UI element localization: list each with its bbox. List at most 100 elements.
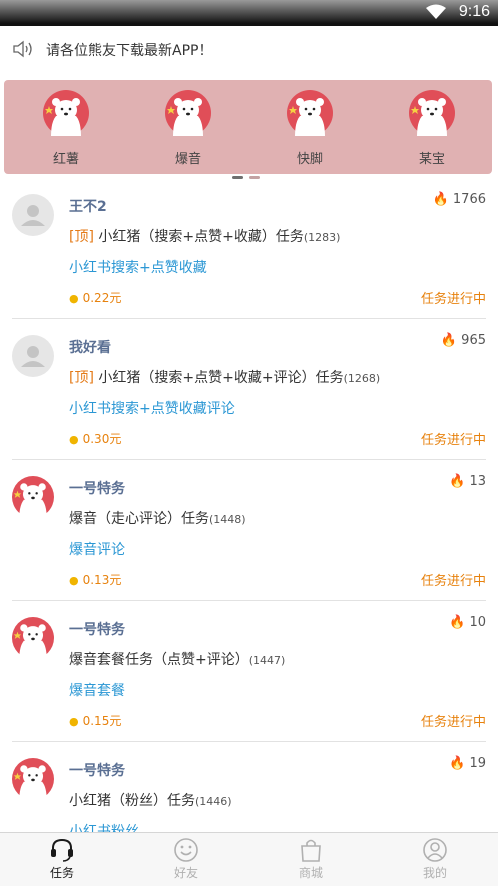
category-banner: 红薯 爆音 快脚 某宝 xyxy=(4,80,492,179)
banner-item-kuaijiao[interactable]: 快脚 xyxy=(275,90,345,167)
task-price: ● 0.30元 xyxy=(69,430,121,447)
task-title-text: 爆音套餐任务（点赞+评论） xyxy=(69,652,249,668)
publisher-name[interactable]: 一号特务 xyxy=(69,760,125,780)
task-id: (1447) xyxy=(248,654,286,667)
task-price: ● 0.22元 xyxy=(69,289,121,306)
task-title-text: 小红猪（搜索+点赞+收藏）任务 xyxy=(98,229,304,245)
flame-icon: 🔥 xyxy=(449,756,466,771)
status-time: 9:16 xyxy=(458,3,490,20)
banner-item-hongshu[interactable]: 红薯 xyxy=(31,90,101,167)
publisher-name[interactable]: 我好看 xyxy=(69,337,111,357)
task-id: (1448) xyxy=(209,513,246,526)
heat-value: 1766 xyxy=(452,192,486,207)
task-status: 任务进行中 xyxy=(420,433,486,448)
task-subtitle: 爆音评论 xyxy=(69,542,125,558)
heat-value: 10 xyxy=(469,615,486,630)
heat-count: 🔥 13 xyxy=(449,474,486,489)
task-subtitle: 爆音套餐 xyxy=(69,683,125,699)
task-item[interactable]: 一号特务 🔥 10 爆音套餐任务（点赞+评论）(1447) 爆音套餐 ● 0.15… xyxy=(0,601,498,742)
task-id: (1283) xyxy=(303,231,341,244)
tab-friends[interactable]: 好友 xyxy=(124,835,248,881)
publisher-name[interactable]: 王不2 xyxy=(69,196,107,216)
tab-label: 我的 xyxy=(422,866,447,880)
bear-logo-icon xyxy=(43,90,89,136)
heat-count: 🔥 1766 xyxy=(433,192,486,207)
heat-count: 🔥 10 xyxy=(449,615,486,630)
tab-label: 商城 xyxy=(298,866,323,880)
task-title: [顶] 小红猪（搜索+点赞+收藏）任务(1283) xyxy=(69,226,340,246)
banner-item-moubao[interactable]: 某宝 xyxy=(397,90,467,167)
task-item[interactable]: 王不2 🔥 1766 [顶] 小红猪（搜索+点赞+收藏）任务(1283) 小红书… xyxy=(0,178,498,319)
top-tag: [顶] xyxy=(69,229,94,245)
heat-value: 965 xyxy=(461,333,486,348)
coins-icon: ● xyxy=(69,574,79,587)
banner-item-label: 红薯 xyxy=(52,152,79,167)
smiley-icon xyxy=(174,838,198,862)
task-title-text: 小红猪（搜索+点赞+收藏+评论）任务 xyxy=(98,370,344,386)
task-item[interactable]: 我好看 🔥 965 [顶] 小红猪（搜索+点赞+收藏+评论）任务(1268) 小… xyxy=(0,319,498,460)
wifi-icon xyxy=(426,4,446,19)
flame-icon: 🔥 xyxy=(449,474,466,489)
banner-item-label: 爆音 xyxy=(174,152,201,167)
task-title-text: 爆音（走心评论）任务 xyxy=(69,511,209,527)
notice-text: 请各位熊友下载最新APP！ xyxy=(46,43,213,59)
task-subtitle: 小红书搜索+点赞收藏 xyxy=(69,260,207,276)
heat-count: 🔥 19 xyxy=(449,756,486,771)
price-value: 0.13元 xyxy=(82,573,122,587)
tab-label: 好友 xyxy=(173,866,198,880)
bear-avatar xyxy=(12,476,54,518)
bear-avatar xyxy=(12,758,54,800)
task-price: ● 0.15元 xyxy=(69,712,121,729)
coins-icon: ● xyxy=(69,715,79,728)
task-title: 爆音套餐任务（点赞+评论）(1447) xyxy=(69,649,285,669)
task-status: 任务进行中 xyxy=(420,715,486,730)
flame-icon: 🔥 xyxy=(440,333,458,348)
coins-icon: ● xyxy=(69,433,79,446)
task-subtitle: 小红书搜索+点赞收藏评论 xyxy=(69,401,235,417)
task-status: 任务进行中 xyxy=(420,574,486,589)
user-icon xyxy=(423,838,447,862)
task-title: 爆音（走心评论）任务(1448) xyxy=(69,508,246,528)
headset-icon xyxy=(51,838,73,862)
notice-bar[interactable]: 请各位熊友下载最新APP！ xyxy=(0,26,498,74)
publisher-name[interactable]: 一号特务 xyxy=(69,478,125,498)
heat-value: 13 xyxy=(469,474,486,489)
bear-logo-icon xyxy=(165,90,211,136)
status-bar: 9:16 xyxy=(0,0,498,26)
task-id: (1446) xyxy=(195,795,232,808)
task-item[interactable]: 一号特务 🔥 13 爆音（走心评论）任务(1448) 爆音评论 ● 0.13元 任… xyxy=(0,460,498,601)
default-avatar xyxy=(12,335,54,377)
top-tag: [顶] xyxy=(69,370,94,386)
heat-value: 19 xyxy=(469,756,486,771)
tab-tasks[interactable]: 任务 xyxy=(0,835,124,881)
bottom-tab-bar: 任务 好友 商城 我的 xyxy=(0,832,498,886)
banner-item-baoyin[interactable]: 爆音 xyxy=(153,90,223,167)
default-avatar xyxy=(12,194,54,236)
task-title-text: 小红猪（粉丝）任务 xyxy=(69,793,195,809)
speaker-icon xyxy=(13,40,32,58)
task-list[interactable]: 王不2 🔥 1766 [顶] 小红猪（搜索+点赞+收藏）任务(1283) 小红书… xyxy=(0,178,498,832)
task-title: [顶] 小红猪（搜索+点赞+收藏+评论）任务(1268) xyxy=(69,367,380,387)
task-subtitle: 小红书粉丝 xyxy=(69,824,139,832)
task-item[interactable]: 一号特务 🔥 19 小红猪（粉丝）任务(1446) 小红书粉丝 xyxy=(0,742,498,832)
price-value: 0.30元 xyxy=(82,432,122,446)
banner-item-label: 快脚 xyxy=(296,152,323,167)
bear-logo-icon xyxy=(287,90,333,136)
task-price: ● 0.13元 xyxy=(69,571,121,588)
tab-label: 任务 xyxy=(49,866,74,880)
task-id: (1268) xyxy=(343,372,381,385)
publisher-name[interactable]: 一号特务 xyxy=(69,619,125,639)
bear-avatar xyxy=(12,617,54,659)
tab-mine[interactable]: 我的 xyxy=(373,835,497,881)
price-value: 0.15元 xyxy=(82,714,122,728)
shopping-bag-icon xyxy=(301,839,321,862)
heat-count: 🔥 965 xyxy=(441,333,486,348)
bear-logo-icon xyxy=(409,90,455,136)
task-status: 任务进行中 xyxy=(420,292,486,307)
price-value: 0.22元 xyxy=(82,291,122,305)
banner-item-label: 某宝 xyxy=(418,152,445,167)
flame-icon: 🔥 xyxy=(449,615,466,630)
task-title: 小红猪（粉丝）任务(1446) xyxy=(69,790,232,810)
coins-icon: ● xyxy=(69,292,79,305)
tab-mall[interactable]: 商城 xyxy=(249,835,373,881)
